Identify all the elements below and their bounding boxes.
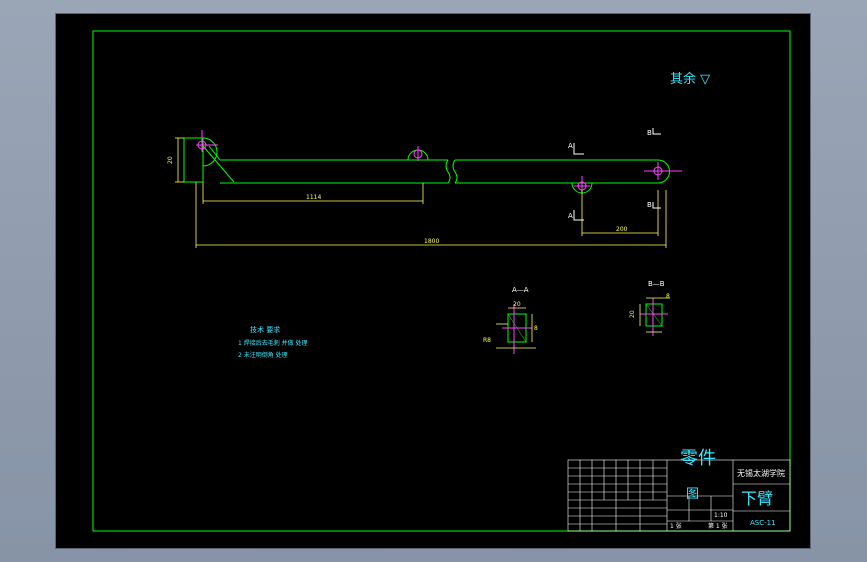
title-part-label: 零件 [680,448,716,469]
dim-right-offset: 200 [616,226,628,233]
title-scale: 1:10 [714,512,728,519]
roughness-note: 其余 ▽ [670,71,710,87]
dim-inner-length: 1114 [306,194,321,201]
cut-label-b-top: B [647,129,652,137]
section-b-label: B—B [648,280,665,288]
center-marks [196,130,682,194]
title-sheet-right: 第 1 张 [708,522,728,530]
dimension-lines [175,137,667,248]
cad-drawing: 其余 ▽ 20 1114 1800 200 A A B B A—A 20 8 R… [92,30,791,532]
title-part-name: 下臂 [741,489,773,508]
dim-total-length: 1800 [424,238,439,245]
sec-a-dim-right: 8 [534,325,538,332]
sec-a-dim-left: R8 [483,337,491,344]
title-drawing-label: 图 [686,487,699,502]
section-b-view [639,297,670,336]
sec-b-dim-left: 20 [629,310,636,318]
cut-label-b-bottom: B [647,201,652,209]
title-school: 无锡太湖学院 [737,468,785,478]
title-sheet-left: 1 张 [670,522,682,530]
sec-a-dim-top: 20 [513,301,521,308]
section-a-label: A—A [512,286,529,294]
tech-req-title: 技术 要求 [250,325,280,334]
tech-req-item-1: 1 焊接后去毛刺 并做 处理 [238,339,308,347]
cut-label-a-bottom: A [568,212,573,220]
cut-label-a-top: A [568,142,573,150]
tech-req-item-2: 2 未注明倒角 处理 [238,351,288,359]
dim-left-height: 20 [167,156,174,164]
sec-b-dim-top: 8 [666,293,670,300]
lower-arm-part [183,137,670,194]
title-drawing-no: ASC-11 [750,519,776,527]
drawing-canvas[interactable]: 其余 ▽ 20 1114 1800 200 A A B B A—A 20 8 R… [56,14,810,548]
section-a-view [496,304,536,354]
